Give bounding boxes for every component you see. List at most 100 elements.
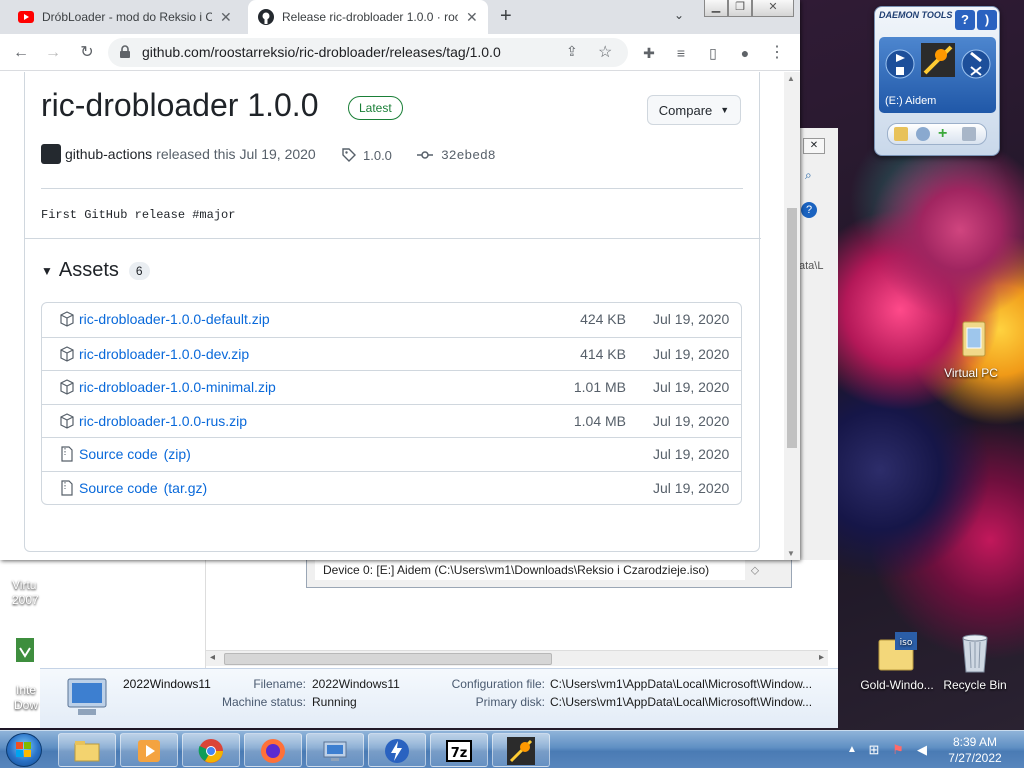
help-icon[interactable]: ?	[955, 10, 975, 30]
daemon-device-box: Device 0: [E:] Aidem (C:\Users\vm1\Downl…	[306, 558, 792, 588]
asset-name[interactable]: ric-drobloader-1.0.0-rus.zip	[79, 413, 247, 429]
close-tab-icon[interactable]: ✕	[220, 9, 232, 26]
close-window-button[interactable]: ✕	[752, 0, 794, 17]
asset-link[interactable]: ric-drobloader-1.0.0-dev.zip	[79, 346, 255, 362]
new-tab-button[interactable]: +	[500, 5, 512, 28]
asset-link[interactable]: Source code (tar.gz)	[79, 480, 207, 496]
asset-name[interactable]: Source code	[79, 446, 158, 462]
forward-icon[interactable]: →	[42, 42, 64, 64]
assets-heading: Assets	[58, 259, 119, 281]
network-icon[interactable]: ⊞	[866, 742, 882, 758]
release-notes: First GitHub release #major	[41, 208, 236, 222]
desktop-icon-virtual-pc[interactable]: Virtual PC	[926, 318, 1016, 380]
bookmark-star-icon[interactable]: ☆	[598, 42, 612, 62]
scroll-left-icon[interactable]: ◂	[210, 652, 215, 663]
vpc-navigation-pane	[48, 560, 206, 668]
compare-button[interactable]: Compare ▼	[647, 95, 741, 125]
taskbar-firefox[interactable]	[244, 733, 302, 767]
asset-date: Jul 19, 2020	[653, 412, 730, 429]
device-path-text[interactable]: Device 0: [E:] Aidem (C:\Users\vm1\Downl…	[315, 560, 745, 580]
commit-link[interactable]: 32ebed8	[417, 147, 496, 163]
divider	[41, 188, 743, 189]
firefox-icon	[261, 739, 285, 763]
tab-title: DróbLoader - mod do Reksio i Cz	[42, 10, 212, 24]
clock-date: 7/27/2022	[948, 751, 1002, 765]
asset-date: Jul 19, 2020	[653, 311, 730, 327]
desktop-icon-recycle-bin[interactable]: Recycle Bin	[930, 630, 1020, 692]
taskbar-daemon-tools[interactable]	[368, 733, 426, 767]
author-link[interactable]: github-actions	[65, 146, 152, 162]
show-hidden-icons-icon[interactable]: ▲	[844, 742, 860, 758]
back-icon[interactable]: ←	[10, 42, 32, 64]
taskbar-chrome[interactable]	[182, 733, 240, 767]
tab-youtube[interactable]: DróbLoader - mod do Reksio i Cz ✕	[8, 0, 246, 34]
scroll-down-icon[interactable]: ▼	[787, 549, 795, 558]
tab-release[interactable]: Release ric-drobloader 1.0.0 · roo ✕	[248, 0, 488, 34]
asset-ext[interactable]: (zip)	[164, 446, 191, 462]
action-center-icon[interactable]: ⚑	[890, 742, 906, 758]
close-icon[interactable]: ✕	[803, 138, 825, 154]
device-settings-icon[interactable]: ⬦	[747, 562, 763, 578]
extensions-icon[interactable]: ✚	[638, 42, 660, 64]
release-title[interactable]: ric-drobloader 1.0.0	[41, 87, 318, 124]
browser-toolbar: ← → ↻ github.com/roostarreksio/ric-drobl…	[0, 34, 800, 71]
menu-icon[interactable]: ⋮	[766, 42, 788, 64]
side-panel-icon[interactable]: ▯	[702, 42, 724, 64]
address-bar[interactable]: github.com/roostarreksio/ric-drobloader/…	[108, 38, 628, 67]
play-stop-icon[interactable]	[885, 45, 915, 83]
page-scrollbar[interactable]: ▲ ▼	[784, 72, 800, 560]
volume-icon[interactable]: ◀	[914, 742, 930, 758]
internet-download-icon[interactable]	[14, 636, 36, 680]
asset-name[interactable]: ric-drobloader-1.0.0-default.zip	[79, 311, 270, 327]
taskbar-media-player[interactable]	[120, 733, 178, 767]
drives-icon[interactable]	[962, 127, 976, 141]
close-tab-icon[interactable]: ✕	[466, 9, 478, 26]
windows-logo-icon	[16, 742, 31, 757]
asset-name[interactable]: ric-drobloader-1.0.0-minimal.zip	[79, 379, 276, 395]
scrollbar-thumb[interactable]	[224, 653, 552, 665]
daemon-tools-drive-panel[interactable]: (E:) Aidem	[879, 37, 996, 113]
assets-toggle[interactable]: ▼ Assets 6	[41, 259, 150, 282]
reload-icon[interactable]: ↻	[76, 42, 98, 64]
asset-link[interactable]: ric-drobloader-1.0.0-rus.zip	[79, 413, 253, 429]
desktop-icon-gold-windows[interactable]: iso Gold-Windo...	[852, 630, 942, 692]
wrench-eject-icon[interactable]	[961, 45, 991, 83]
asset-date: Jul 19, 2020	[653, 479, 730, 496]
svg-text:iso: iso	[900, 638, 913, 648]
help-icon[interactable]: ?	[801, 202, 817, 218]
url-text[interactable]: github.com/roostarreksio/ric-drobloader/…	[142, 44, 501, 60]
media-queue-icon[interactable]: ≡	[670, 42, 692, 64]
tag-link[interactable]: 1.0.0	[341, 147, 392, 163]
asset-name[interactable]: Source code	[79, 480, 158, 496]
taskbar-explorer[interactable]	[58, 733, 116, 767]
horizontal-scrollbar[interactable]: ◂ ▸	[206, 650, 828, 666]
asset-size: 1.04 MB	[573, 412, 626, 429]
search-icon[interactable]: ⌕	[805, 168, 812, 183]
share-icon[interactable]: ⇪	[566, 43, 578, 60]
avatar[interactable]	[41, 144, 61, 164]
latest-badge: Latest	[348, 96, 403, 120]
open-folder-icon[interactable]	[894, 127, 908, 141]
add-icon[interactable]: +	[938, 125, 947, 143]
scroll-up-icon[interactable]: ▲	[787, 74, 795, 83]
start-button[interactable]	[6, 733, 42, 767]
asset-link[interactable]: ric-drobloader-1.0.0-default.zip	[79, 311, 276, 327]
tab-search-icon[interactable]: ⌄	[674, 8, 684, 22]
taskbar-virtual-pc[interactable]	[306, 733, 364, 767]
disc-icon[interactable]	[916, 127, 930, 141]
profile-icon[interactable]: ●	[734, 42, 756, 64]
asset-link[interactable]: Source code (zip)	[79, 446, 191, 462]
clock[interactable]: 8:39 AM 7/27/2022	[940, 734, 1010, 766]
github-icon	[258, 9, 274, 25]
asset-link[interactable]: ric-drobloader-1.0.0-minimal.zip	[79, 379, 282, 395]
rss-icon[interactable]: )	[977, 10, 997, 30]
minimize-button[interactable]: ▁	[704, 0, 728, 17]
lock-icon[interactable]	[118, 45, 132, 59]
asset-ext[interactable]: (tar.gz)	[164, 480, 208, 496]
scroll-right-icon[interactable]: ▸	[819, 652, 824, 663]
taskbar-game[interactable]	[492, 733, 550, 767]
scrollbar-thumb[interactable]	[787, 208, 797, 448]
taskbar-7zip[interactable]: 7z	[430, 733, 488, 767]
asset-name[interactable]: ric-drobloader-1.0.0-dev.zip	[79, 346, 249, 362]
restore-button[interactable]: ❐	[728, 0, 752, 17]
